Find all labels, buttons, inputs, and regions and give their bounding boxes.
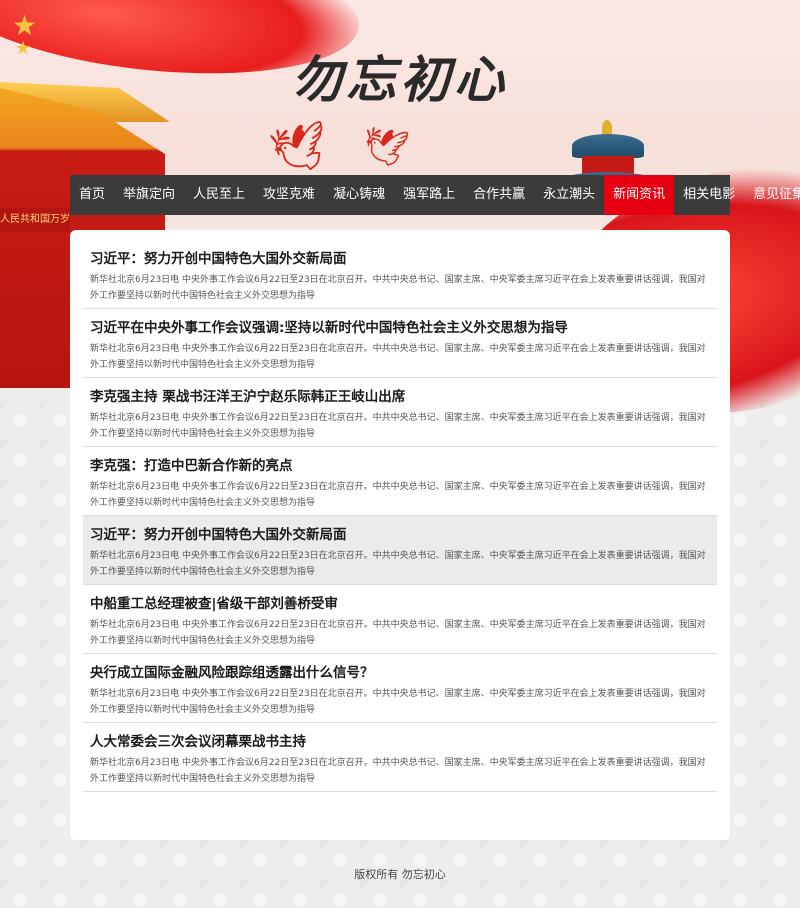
dove-icon: 🕊	[265, 116, 333, 180]
news-title[interactable]: 习近平：努力开创中国特色大国外交新局面	[90, 240, 710, 269]
news-panel: 习近平：努力开创中国特色大国外交新局面 新华社北京6月23日电 中央外事工作会议…	[70, 230, 730, 840]
news-title[interactable]: 人大常委会三次会议闭幕栗战书主持	[90, 723, 710, 752]
nav-item-home[interactable]: 首页	[70, 175, 114, 215]
news-title[interactable]: 中船重工总经理被查|省级干部刘善桥受审	[90, 585, 710, 614]
news-title[interactable]: 央行成立国际金融风险跟踪组透露出什么信号？	[90, 654, 710, 683]
nav-item-news[interactable]: 新闻资讯	[604, 175, 675, 215]
news-item[interactable]: 李克强：打造中巴新合作新的亮点 新华社北京6月23日电 中央外事工作会议6月22…	[83, 447, 717, 516]
news-summary: 新华社北京6月23日电 中央外事工作会议6月22日至23日在北京召开。中共中央总…	[90, 275, 706, 301]
star-icon: ★	[12, 9, 38, 42]
star-icon: ★	[15, 38, 32, 59]
news-item[interactable]: 中船重工总经理被查|省级干部刘善桥受审 新华社北京6月23日电 中央外事工作会议…	[83, 585, 717, 654]
news-summary: 新华社北京6月23日电 中央外事工作会议6月22日至23日在北京召开。中共中央总…	[90, 344, 706, 370]
news-summary: 新华社北京6月23日电 中央外事工作会议6月22日至23日在北京召开。中共中央总…	[90, 689, 706, 715]
news-title[interactable]: 李克强主持 栗战书汪洋王沪宁赵乐际韩正王岐山出席	[90, 378, 710, 407]
dove-icon: 🕊	[358, 123, 412, 172]
news-summary: 新华社北京6月23日电 中央外事工作会议6月22日至23日在北京召开。中共中央总…	[90, 413, 706, 439]
nav-item-ylct[interactable]: 永立潮头	[534, 175, 604, 215]
nav-item-movies[interactable]: 相关电影	[674, 175, 744, 215]
news-summary: 新华社北京6月23日电 中央外事工作会议6月22日至23日在北京召开。中共中央总…	[90, 620, 706, 646]
news-item-hovered[interactable]: 习近平：努力开创中国特色大国外交新局面 新华社北京6月23日电 中央外事工作会议…	[83, 516, 717, 585]
news-summary: 新华社北京6月23日电 中央外事工作会议6月22日至23日在北京召开。中共中央总…	[90, 551, 706, 577]
nav-item-feedback[interactable]: 意见征集	[744, 175, 800, 215]
main-nav: 首页 举旗定向 人民至上 攻坚克难 凝心铸魂 强军路上 合作共赢 永立潮头 新闻…	[70, 175, 800, 215]
site-title: 勿忘初心	[292, 50, 508, 109]
news-item[interactable]: 央行成立国际金融风险跟踪组透露出什么信号？ 新华社北京6月23日电 中央外事工作…	[83, 654, 717, 723]
nav-item-nxzh[interactable]: 凝心铸魂	[324, 175, 394, 215]
news-title[interactable]: 习近平：努力开创中国特色大国外交新局面	[90, 516, 710, 545]
news-title[interactable]: 李克强：打造中巴新合作新的亮点	[90, 447, 710, 476]
nav-item-hzgy[interactable]: 合作共赢	[464, 175, 534, 215]
news-item[interactable]: 习近平：努力开创中国特色大国外交新局面 新华社北京6月23日电 中央外事工作会议…	[83, 240, 717, 309]
news-item[interactable]: 人大常委会三次会议闭幕栗战书主持 新华社北京6月23日电 中央外事工作会议6月2…	[83, 723, 717, 792]
news-item[interactable]: 习近平在中央外事工作会议强调:坚持以新时代中国特色社会主义外交思想为指导 新华社…	[83, 309, 717, 378]
news-item[interactable]: 李克强主持 栗战书汪洋王沪宁赵乐际韩正王岐山出席 新华社北京6月23日电 中央外…	[83, 378, 717, 447]
nav-item-jqdx[interactable]: 举旗定向	[114, 175, 184, 215]
nav-item-gjkn[interactable]: 攻坚克难	[254, 175, 324, 215]
footer-copyright: 版权所有 勿忘初心	[354, 868, 446, 881]
news-summary: 新华社北京6月23日电 中央外事工作会议6月22日至23日在北京召开。中共中央总…	[90, 758, 706, 784]
gate-sign: 人民共和国万岁	[0, 208, 70, 232]
news-summary: 新华社北京6月23日电 中央外事工作会议6月22日至23日在北京召开。中共中央总…	[90, 482, 706, 508]
news-title[interactable]: 习近平在中央外事工作会议强调:坚持以新时代中国特色社会主义外交思想为指导	[90, 309, 710, 338]
news-list: 习近平：努力开创中国特色大国外交新局面 新华社北京6月23日电 中央外事工作会议…	[83, 240, 717, 792]
nav-item-rmzs[interactable]: 人民至上	[184, 175, 254, 215]
nav-item-qjls[interactable]: 强军路上	[394, 175, 464, 215]
